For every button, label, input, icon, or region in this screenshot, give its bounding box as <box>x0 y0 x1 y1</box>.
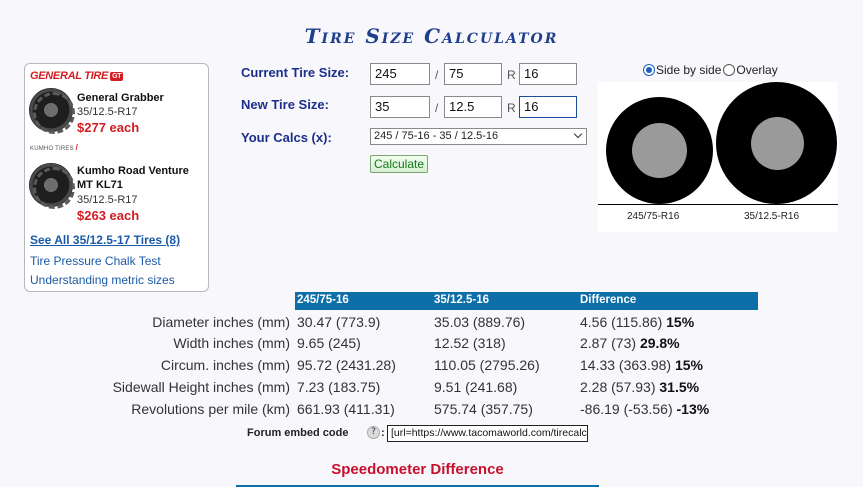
ad-item1-price: $277 each <box>77 120 140 135</box>
overlay-label[interactable]: Overlay <box>736 63 777 77</box>
revolutions-diff: -86.19 (-53.56) -13% <box>580 401 710 417</box>
new-tire-size-label: New Tire Size: <box>241 97 329 112</box>
sidewall-new: 9.51 (241.68) <box>434 379 518 395</box>
chevron-down-icon <box>573 129 583 139</box>
diameter-new: 35.03 (889.76) <box>434 314 526 330</box>
width-new: 12.52 (318) <box>434 335 506 351</box>
sidewall-diff: 2.28 (57.93) 31.5% <box>580 379 700 395</box>
current-width-input[interactable]: 245 <box>370 63 430 85</box>
ad-item2-name-line1[interactable]: Kumho Road Venture <box>77 164 189 178</box>
row-label-diameter: Diameter inches (mm) <box>152 314 290 330</box>
ad-item1-size: 35/12.5-R17 <box>77 106 138 118</box>
current-slash: / <box>435 68 439 82</box>
circumference-diff: 14.33 (363.98) 15% <box>580 357 703 373</box>
ad-item1-name[interactable]: General Grabber <box>77 91 164 105</box>
your-calcs-selected-value: 245 / 75-16 - 35 / 12.5-16 <box>374 130 499 142</box>
tire-pressure-chalk-test-link[interactable]: Tire Pressure Chalk Test <box>30 254 161 268</box>
header-new-size: 35/12.5-16 <box>434 294 489 306</box>
new-r: R <box>507 101 516 115</box>
help-icon[interactable]: ? <box>367 426 380 439</box>
speedometer-difference-heading: Speedometer Difference <box>331 461 504 478</box>
new-rim-graphic <box>751 117 804 170</box>
your-calcs-select[interactable]: 245 / 75-16 - 35 / 12.5-16 <box>370 128 587 145</box>
general-grabber-tire-image[interactable] <box>29 88 75 134</box>
header-difference: Difference <box>580 294 637 306</box>
embed-colon: : <box>381 427 385 439</box>
diameter-diff: 4.56 (115.86) 15% <box>580 314 695 330</box>
current-rim-graphic <box>632 123 687 178</box>
current-tire-label: 245/75-R16 <box>627 211 680 222</box>
current-rim-input[interactable]: 16 <box>519 63 577 85</box>
side-by-side-label[interactable]: Side by side <box>656 63 721 77</box>
new-rim-input[interactable]: 16 <box>519 96 577 118</box>
new-tire-label: 35/12.5-R16 <box>744 211 800 222</box>
forum-embed-label: Forum embed code <box>247 427 349 439</box>
results-table-header <box>295 292 758 310</box>
row-label-revolutions: Revolutions per mile (km) <box>131 401 290 417</box>
header-current-size: 245/75-16 <box>297 294 349 306</box>
understanding-metric-sizes-link[interactable]: Understanding metric sizes <box>30 273 175 287</box>
page-title: Tire Size Calculator <box>304 24 559 48</box>
current-tire-size-label: Current Tire Size: <box>241 65 350 80</box>
new-ratio-input[interactable]: 12.5 <box>444 96 502 118</box>
circumference-new: 110.05 (2795.26) <box>434 357 540 373</box>
current-r: R <box>507 68 516 82</box>
sidewall-current: 7.23 (183.75) <box>297 379 381 395</box>
ground-line <box>598 204 838 205</box>
kumho-road-venture-tire-image[interactable] <box>29 163 75 209</box>
general-tire-logo[interactable]: GENERAL TIRE GT <box>30 70 124 82</box>
circumference-current: 95.72 (2431.28) <box>297 357 396 373</box>
new-width-input[interactable]: 35 <box>370 96 430 118</box>
current-ratio-input[interactable]: 75 <box>444 63 502 85</box>
ad-item2-price: $263 each <box>77 208 140 223</box>
row-label-width: Width inches (mm) <box>173 335 290 351</box>
new-slash: / <box>435 101 439 115</box>
view-mode-radios: Side by side Overlay <box>643 63 778 77</box>
diameter-current: 30.47 (773.9) <box>297 314 381 330</box>
width-diff: 2.87 (73) 29.8% <box>580 335 680 351</box>
tire-ad-panel: GENERAL TIRE GT General Grabber 35/12.5-R… <box>24 63 209 292</box>
calculate-button[interactable]: Calculate <box>370 155 429 173</box>
your-calcs-label: Your Calcs (x): <box>241 130 332 145</box>
see-all-tires-link[interactable]: See All 35/12.5-17 Tires (8) <box>30 233 180 247</box>
ad-item2-size: 35/12.5-R17 <box>77 194 138 206</box>
kumho-tires-logo[interactable]: KUMHO TIRES / <box>30 143 78 152</box>
side-by-side-radio[interactable] <box>643 64 655 76</box>
width-current: 9.65 (245) <box>297 335 361 351</box>
row-label-sidewall: Sidewall Height inches (mm) <box>112 379 290 395</box>
ad-item2-name-line2[interactable]: MT KL71 <box>77 178 123 192</box>
revolutions-new: 575.74 (357.75) <box>434 401 533 417</box>
row-label-circumference: Circum. inches (mm) <box>160 357 290 373</box>
revolutions-current: 661.93 (411.31) <box>297 401 395 417</box>
overlay-radio[interactable] <box>723 64 736 76</box>
forum-embed-input[interactable]: [url=https://www.tacomaworld.com/tirecal… <box>387 425 588 442</box>
